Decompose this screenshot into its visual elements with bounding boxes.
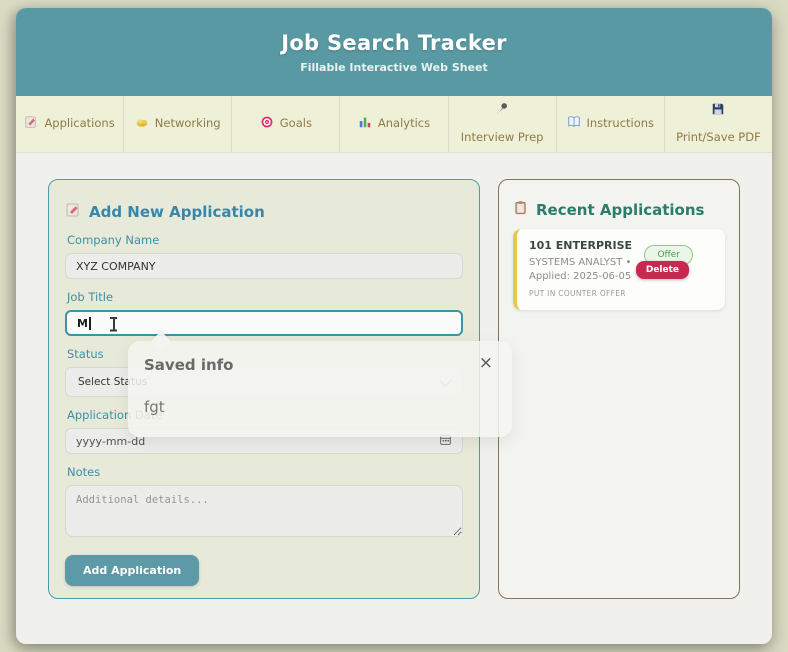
ibeam-cursor — [109, 316, 118, 332]
add-application-button[interactable]: Add Application — [65, 555, 199, 586]
company-name-label: Company Name — [67, 233, 463, 247]
company-name-input[interactable]: XYZ COMPANY — [65, 253, 463, 279]
recent-applications-panel: Recent Applications 101 ENTERPRISE SYSTE… — [498, 179, 740, 599]
autofill-popup: Saved info fgt × — [128, 341, 512, 437]
autofill-suggestion[interactable]: fgt — [144, 398, 165, 416]
target-icon — [260, 115, 274, 134]
application-note: PUT IN COUNTER OFFER — [529, 289, 713, 298]
floppy-disk-icon — [711, 102, 725, 121]
tab-print-save-pdf[interactable]: Print/Save PDF — [665, 96, 772, 152]
tab-analytics[interactable]: Analytics — [340, 96, 448, 152]
application-list-item: 101 ENTERPRISE SYSTEMS ANALYST • Applied… — [513, 229, 725, 310]
delete-application-button[interactable]: Delete — [636, 261, 689, 279]
close-icon[interactable]: × — [477, 353, 495, 374]
memo-icon — [24, 115, 38, 134]
tab-goals[interactable]: Goals — [232, 96, 340, 152]
job-search-tracker-window: Job Search Tracker Fillable Interactive … — [16, 8, 772, 644]
bar-chart-icon — [358, 115, 372, 134]
recent-applications-title: Recent Applications — [513, 200, 725, 219]
tab-interview-prep[interactable]: Interview Prep — [449, 96, 557, 152]
memo-icon — [65, 202, 81, 222]
clipboard-icon — [513, 200, 528, 219]
microphone-icon — [495, 102, 509, 121]
add-application-title: Add New Application — [65, 202, 463, 222]
notes-textarea[interactable] — [65, 485, 463, 537]
tab-bar: Applications Networking Goals Analytics … — [16, 96, 772, 153]
tab-networking[interactable]: Networking — [124, 96, 232, 152]
autofill-popup-title: Saved info — [144, 356, 234, 374]
job-title-input[interactable]: M — [65, 310, 463, 336]
tab-applications[interactable]: Applications — [16, 96, 124, 152]
open-book-icon — [567, 115, 581, 134]
handshake-icon — [135, 115, 149, 134]
tab-instructions[interactable]: Instructions — [557, 96, 665, 152]
text-caret — [89, 317, 91, 330]
page-subtitle: Fillable Interactive Web Sheet — [300, 61, 488, 74]
app-header: Job Search Tracker Fillable Interactive … — [16, 8, 772, 96]
page-title: Job Search Tracker — [281, 31, 507, 55]
notes-label: Notes — [67, 465, 463, 479]
job-title-label: Job Title — [67, 290, 463, 304]
